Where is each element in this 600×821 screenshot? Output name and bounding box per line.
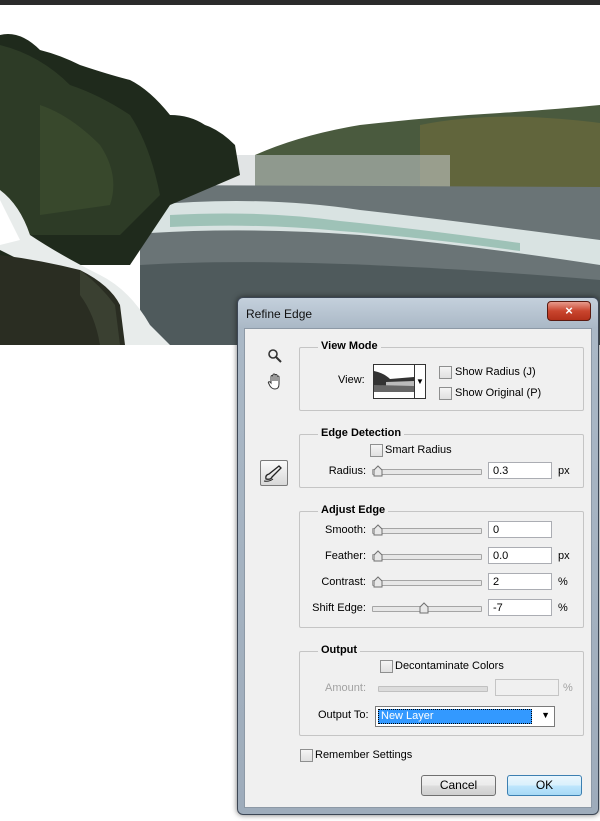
slider-thumb[interactable] xyxy=(373,524,383,536)
hand-icon xyxy=(267,373,280,390)
amount-unit: % xyxy=(563,682,573,694)
shift-edge-field[interactable]: -7 xyxy=(488,599,552,616)
view-label: View: xyxy=(338,374,365,386)
output-group: Output Decontaminate Colors Amount: % Ou… xyxy=(299,644,584,736)
ok-button[interactable]: OK xyxy=(507,775,582,796)
contrast-slider[interactable] xyxy=(372,576,482,588)
edge-detection-title: Edge Detection xyxy=(318,427,405,439)
slider-thumb[interactable] xyxy=(373,576,383,588)
refine-radius-tool[interactable] xyxy=(260,460,288,486)
view-thumbnail-image xyxy=(374,365,414,398)
cancel-button[interactable]: Cancel xyxy=(421,775,496,796)
shift-edge-unit: % xyxy=(558,602,568,614)
triangle-down-icon: ▼ xyxy=(416,377,424,386)
view-mode-group: View Mode View: ▼ Show Radius (J) Show O… xyxy=(299,340,584,411)
feather-unit: px xyxy=(558,550,570,562)
remember-settings-label: Remember Settings xyxy=(315,749,413,761)
output-to-label: Output To: xyxy=(318,709,369,721)
refine-radius-brush-icon xyxy=(263,465,282,482)
remember-settings-checkbox[interactable] xyxy=(300,749,313,762)
smart-radius-label: Smart Radius xyxy=(385,444,452,456)
radius-label: Radius: xyxy=(328,465,366,477)
view-dropdown-arrow[interactable]: ▼ xyxy=(415,364,426,399)
dialog-titlebar[interactable]: Refine Edge × xyxy=(238,298,598,328)
feather-field[interactable]: 0.0 xyxy=(488,547,552,564)
smart-radius-checkbox[interactable] xyxy=(370,444,383,457)
show-radius-label: Show Radius (J) xyxy=(455,366,536,378)
show-original-label: Show Original (P) xyxy=(455,387,542,399)
radius-slider[interactable] xyxy=(372,465,482,477)
document-canvas[interactable] xyxy=(0,5,600,345)
slider-thumb[interactable] xyxy=(373,465,383,477)
output-to-select[interactable]: New Layer ▼ xyxy=(375,706,555,727)
amount-slider xyxy=(378,686,488,692)
close-icon: × xyxy=(565,303,573,318)
show-original-checkbox[interactable] xyxy=(439,387,452,400)
contrast-field[interactable]: 2 xyxy=(488,573,552,590)
radius-unit: px xyxy=(558,465,570,477)
dialog-body: View Mode View: ▼ Show Radius (J) Show O… xyxy=(244,328,592,808)
smooth-slider[interactable] xyxy=(372,524,482,536)
zoom-tool[interactable] xyxy=(263,345,287,367)
adjust-edge-group: Adjust Edge Smooth: 0 Feather: 0.0 px Co… xyxy=(299,504,584,628)
smooth-field[interactable]: 0 xyxy=(488,521,552,538)
amount-field xyxy=(495,679,559,696)
decontaminate-colors-label: Decontaminate Colors xyxy=(395,660,504,672)
feather-slider[interactable] xyxy=(372,550,482,562)
hand-tool[interactable] xyxy=(263,371,287,393)
dialog-title: Refine Edge xyxy=(246,307,313,321)
close-button[interactable]: × xyxy=(547,301,591,321)
radius-field[interactable]: 0.3 xyxy=(488,462,552,479)
view-preview-thumbnail[interactable] xyxy=(373,364,415,399)
shift-edge-slider[interactable] xyxy=(372,602,482,614)
zoom-icon xyxy=(268,349,282,363)
slider-thumb[interactable] xyxy=(373,550,383,562)
chevron-down-icon: ▼ xyxy=(541,710,550,720)
contrast-unit: % xyxy=(558,576,568,588)
feather-label: Feather: xyxy=(325,550,366,562)
contrast-label: Contrast: xyxy=(321,576,366,588)
output-to-value: New Layer xyxy=(378,709,532,724)
slider-thumb[interactable] xyxy=(419,602,429,614)
view-mode-title: View Mode xyxy=(318,340,381,352)
edge-detection-group: Edge Detection Smart Radius Radius: 0.3 … xyxy=(299,427,584,488)
decontaminate-colors-checkbox[interactable] xyxy=(380,660,393,673)
shift-edge-label: Shift Edge: xyxy=(312,602,366,614)
smooth-label: Smooth: xyxy=(325,524,366,536)
amount-label: Amount: xyxy=(325,682,366,694)
refine-edge-dialog: Refine Edge × View Mode View: ▼ Show Rad… xyxy=(237,297,599,815)
show-radius-checkbox[interactable] xyxy=(439,366,452,379)
output-title: Output xyxy=(318,644,361,656)
adjust-edge-title: Adjust Edge xyxy=(318,504,389,516)
